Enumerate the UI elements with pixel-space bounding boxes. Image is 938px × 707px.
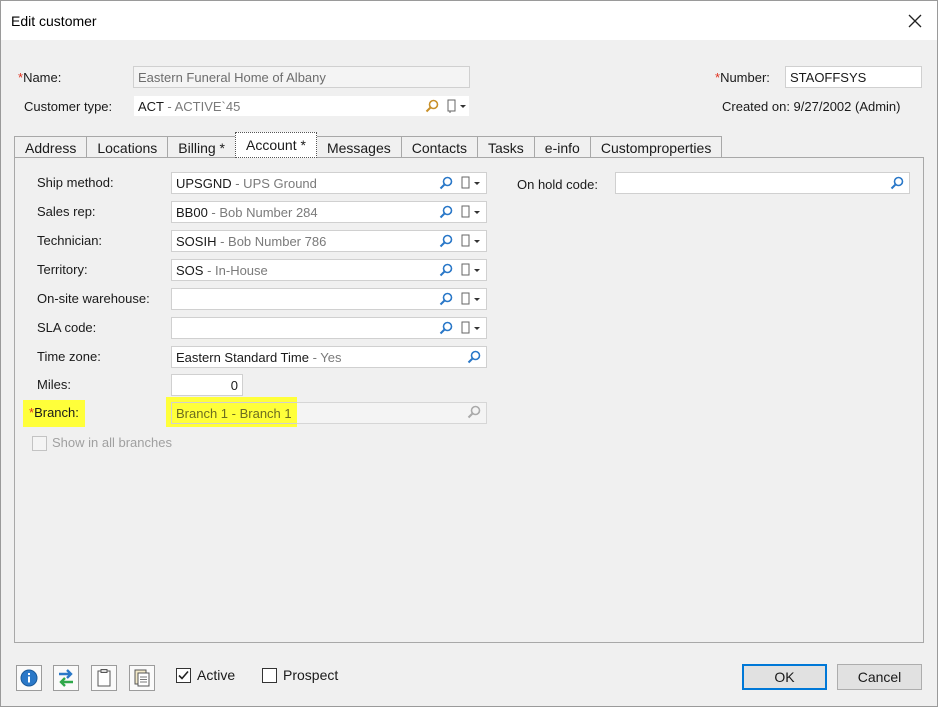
active-label: Active [197, 667, 236, 683]
info-button[interactable] [16, 665, 42, 691]
tab-messages[interactable]: Messages [315, 136, 402, 158]
name-label: *Name: [18, 70, 62, 85]
lookup-menu-icon[interactable] [458, 175, 484, 191]
clipboard-icon [97, 669, 111, 687]
miles-label: Miles: [37, 377, 71, 392]
created-on-text: Created on: 9/27/2002 (Admin) [722, 99, 901, 114]
transfer-button[interactable] [53, 665, 79, 691]
lookup-menu-icon[interactable] [458, 320, 484, 336]
tab-customproperties[interactable]: Customproperties [589, 136, 723, 158]
branch-label: *Branch: [23, 400, 85, 427]
document-icon [134, 669, 150, 687]
time-zone-label: Time zone: [37, 349, 101, 364]
ship-method-field[interactable]: UPSGND - UPS Ground [171, 172, 487, 194]
search-icon[interactable] [438, 175, 454, 191]
tab-locations[interactable]: Locations [86, 136, 169, 158]
miles-field[interactable]: 0 [171, 374, 243, 396]
cancel-button[interactable]: Cancel [837, 664, 922, 690]
territory-label: Territory: [37, 262, 88, 277]
sla-code-label: SLA code: [37, 320, 97, 335]
search-icon[interactable] [889, 175, 905, 191]
checkmark-icon [178, 670, 189, 680]
search-icon[interactable] [438, 291, 454, 307]
search-icon[interactable] [438, 233, 454, 249]
tab-strip: Address Locations Billing * Account * Me… [14, 132, 723, 158]
lookup-menu-icon[interactable] [444, 98, 469, 114]
territory-field[interactable]: SOS - In-House [171, 259, 487, 281]
show-all-branches-label: Show in all branches [52, 435, 172, 450]
lookup-menu-icon[interactable] [458, 262, 484, 278]
onsite-warehouse-label: On-site warehouse: [37, 291, 150, 306]
name-field[interactable]: Eastern Funeral Home of Albany [133, 66, 470, 88]
customer-type-field[interactable]: ACT - ACTIVE`45 [133, 95, 470, 117]
sla-code-field[interactable] [171, 317, 487, 339]
title-bar: Edit customer [0, 0, 938, 40]
prospect-label: Prospect [283, 667, 339, 683]
lookup-menu-icon[interactable] [458, 204, 484, 220]
on-hold-code-label: On hold code: [517, 177, 598, 192]
technician-label: Technician: [37, 233, 103, 248]
close-button[interactable] [901, 7, 929, 35]
search-icon[interactable] [424, 98, 440, 114]
ship-method-label: Ship method: [37, 175, 114, 190]
tab-billing[interactable]: Billing * [167, 136, 236, 158]
paste-button[interactable] [129, 665, 155, 691]
prospect-checkbox[interactable] [262, 668, 277, 683]
search-icon[interactable] [466, 404, 482, 420]
on-hold-code-field[interactable] [615, 172, 910, 194]
sales-rep-field[interactable]: BB00 - Bob Number 284 [171, 201, 487, 223]
active-checkbox[interactable] [176, 668, 191, 683]
transfer-arrows-icon [59, 669, 73, 687]
copy-button[interactable] [91, 665, 117, 691]
tab-account[interactable]: Account * [235, 132, 317, 158]
close-icon [908, 14, 922, 28]
tab-address[interactable]: Address [14, 136, 88, 158]
search-icon[interactable] [438, 320, 454, 336]
tab-tasks[interactable]: Tasks [477, 136, 535, 158]
lookup-menu-icon[interactable] [458, 233, 484, 249]
customer-type-label: Customer type: [24, 99, 113, 114]
dialog-body: *Name: Eastern Funeral Home of Albany Cu… [0, 40, 938, 707]
search-icon[interactable] [466, 349, 482, 365]
technician-field[interactable]: SOSIH - Bob Number 786 [171, 230, 487, 252]
tab-contacts[interactable]: Contacts [400, 136, 478, 158]
number-label: *Number: [715, 70, 770, 85]
lookup-menu-icon[interactable] [458, 291, 484, 307]
branch-field-rest [297, 402, 487, 424]
onsite-warehouse-field[interactable] [171, 288, 487, 310]
info-icon [20, 669, 38, 687]
search-icon[interactable] [438, 204, 454, 220]
ok-button[interactable]: OK [742, 664, 827, 690]
time-zone-field[interactable]: Eastern Standard Time - Yes [171, 346, 487, 368]
tab-einfo[interactable]: e-info [533, 136, 591, 158]
show-all-branches-checkbox[interactable] [32, 436, 47, 451]
number-field[interactable]: STAOFFSYS [785, 66, 922, 88]
window-title: Edit customer [11, 13, 97, 29]
sales-rep-label: Sales rep: [37, 204, 96, 219]
search-icon[interactable] [438, 262, 454, 278]
